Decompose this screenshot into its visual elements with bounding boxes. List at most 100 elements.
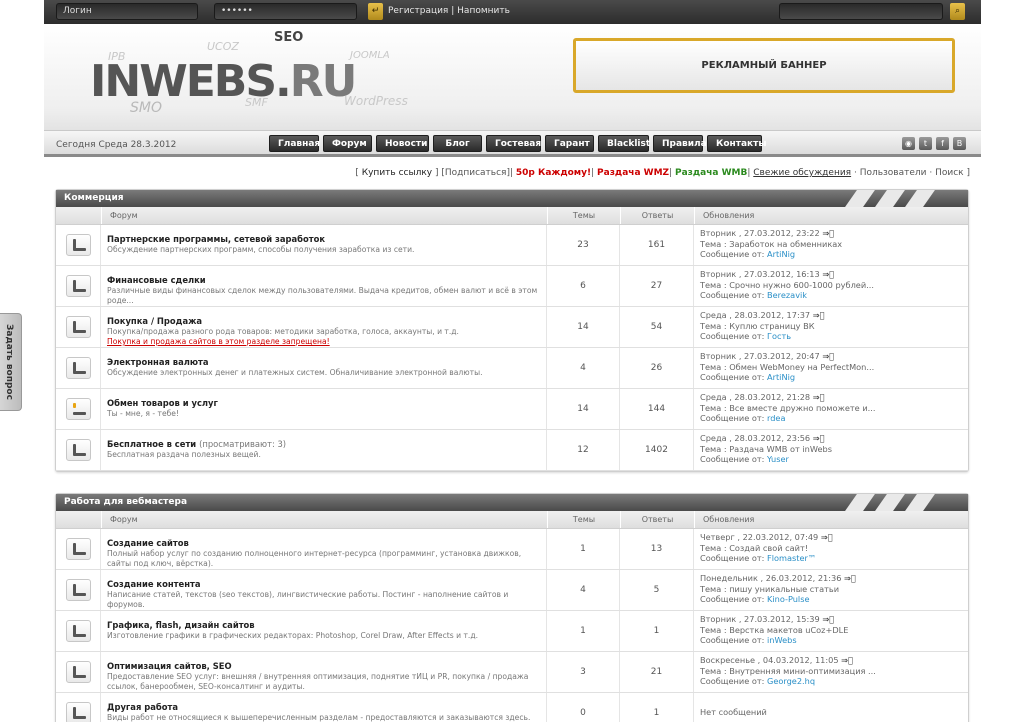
nav-guestbook[interactable]: Гостевая	[486, 135, 541, 152]
forum-warning[interactable]: Покупка и продажа сайтов в этом разделе …	[107, 337, 540, 346]
author-link[interactable]: ArtiNig	[767, 249, 795, 259]
author-link[interactable]: George2.hq	[767, 676, 815, 686]
nav-home[interactable]: Главная	[269, 135, 320, 152]
twitter-icon[interactable]: t	[919, 137, 932, 150]
rss-icon[interactable]: ◉	[902, 137, 915, 150]
title-stripe	[875, 190, 905, 207]
last-post-topic[interactable]: Тема : пишу уникальные статьи	[700, 584, 962, 595]
forum-status-cell	[56, 529, 101, 569]
go-to-post-icon[interactable]: ⇒⃞	[822, 614, 834, 624]
go-to-post-icon[interactable]: ⇒⃞	[813, 433, 825, 443]
forum-info-cell: Партнерские программы, сетевой заработок…	[101, 225, 547, 265]
forum-title[interactable]: Оптимизация сайтов, SEO	[107, 661, 540, 671]
vk-icon[interactable]: B	[953, 137, 966, 150]
nav-blog[interactable]: Блог	[433, 135, 482, 152]
topics-count: 4	[547, 348, 620, 388]
forum-status-cell	[56, 266, 101, 306]
last-post-topic[interactable]: Тема : Внутренняя мини-оптимизация ...	[700, 666, 962, 677]
author-link[interactable]: Kino-Pulse	[767, 594, 810, 604]
nav-forum[interactable]: Форум	[323, 135, 372, 152]
fresh-discussions-link[interactable]: Свежие обсуждения	[753, 168, 851, 178]
forum-title[interactable]: Финансовые сделки	[107, 275, 540, 285]
ask-question-tab[interactable]: Задать вопрос	[0, 313, 22, 411]
nav-contacts[interactable]: Контакты	[707, 135, 767, 152]
search-input[interactable]	[779, 3, 943, 20]
login-input[interactable]: Логин	[56, 3, 198, 20]
last-post-topic[interactable]: Тема : Обмен WebMoney на PerfectMon...	[700, 362, 962, 373]
forum-title[interactable]: Создание сайтов	[107, 538, 540, 548]
go-to-post-icon[interactable]: ⇒⃞	[822, 228, 834, 238]
remind-link[interactable]: Напомнить	[457, 6, 510, 16]
forum-info-cell: Создание контента Написание статей, текст…	[101, 570, 547, 610]
forum-status-cell	[56, 570, 101, 610]
forum-title[interactable]: Покупка / Продажа	[107, 316, 540, 326]
forum-description: Ты - мне, я - тебе!	[107, 409, 180, 418]
col-updates: Обновления	[694, 511, 968, 528]
forum-title[interactable]: Бесплатное в сети (просматривают: 3)	[107, 439, 540, 449]
search-icon[interactable]: ⌕	[950, 3, 965, 20]
forum-title[interactable]: Электронная валюта	[107, 357, 540, 367]
author-link[interactable]: Berezavik	[767, 290, 807, 300]
forum-title[interactable]: Обмен товаров и услуг	[107, 398, 540, 408]
author-prefix: Сообщение от:	[700, 331, 767, 341]
ask-question-label: Задать вопрос	[4, 324, 14, 400]
logo-tag: UCOZ	[207, 40, 239, 53]
forum-info-cell: Обмен товаров и услуг Ты - мне, я - тебе!	[101, 389, 547, 429]
go-to-post-icon[interactable]: ⇒⃞	[813, 310, 825, 320]
author-link[interactable]: rdea	[767, 413, 785, 423]
last-post-topic[interactable]: Тема : Создай свой сайт!	[700, 543, 962, 554]
go-to-post-icon[interactable]: ⇒⃞	[822, 269, 834, 279]
ad-banner[interactable]: РЕКЛАМНЫЙ БАННЕР	[573, 38, 955, 93]
author-link[interactable]: Yuser	[767, 454, 789, 464]
users-link[interactable]: Пользователи	[860, 168, 927, 178]
author-link[interactable]: Flomaster™	[767, 553, 816, 563]
promo-50-link[interactable]: 50р Каждому!	[516, 168, 591, 178]
register-link[interactable]: Регистрация	[388, 6, 448, 16]
forum-title[interactable]: Другая работа	[107, 702, 540, 712]
go-to-post-icon[interactable]: ⇒⃞	[844, 573, 856, 583]
wmz-link[interactable]: Раздача WMZ	[597, 168, 669, 178]
last-post-topic[interactable]: Тема : Раздача WMB от inWebs	[700, 444, 962, 455]
nav-rules[interactable]: Правила	[653, 135, 707, 152]
forum-status-cell	[56, 652, 101, 692]
last-post-topic[interactable]: Тема : Срочно нужно 600-1000 рублей...	[700, 280, 962, 291]
forum-title[interactable]: Партнерские программы, сетевой заработок	[107, 234, 540, 244]
go-to-post-icon[interactable]: ⇒⃞	[822, 351, 834, 361]
forum-title[interactable]: Графика, flash, дизайн сайтов	[107, 620, 540, 630]
last-update-cell: Понедельник , 26.03.2012, 21:36 ⇒⃞ Тема :…	[694, 570, 968, 610]
last-post-author-line: Сообщение от: inWebs	[700, 635, 962, 646]
last-post-date: Понедельник , 26.03.2012, 21:36 ⇒⃞	[700, 573, 856, 583]
forum-status-icon	[65, 579, 91, 601]
go-to-post-icon[interactable]: ⇒⃞	[813, 392, 825, 402]
password-input[interactable]: ••••••	[214, 3, 357, 20]
forum-title[interactable]: Создание контента	[107, 579, 540, 589]
last-post-topic[interactable]: Тема : Заработок на обменниках	[700, 239, 962, 250]
category-title-text: Работа для вебмастера	[64, 497, 188, 507]
auth-links: Регистрация | Напомнить	[388, 6, 510, 16]
go-to-post-icon[interactable]: ⇒⃞	[821, 532, 833, 542]
category-title[interactable]: Работа для вебмастера	[56, 494, 968, 511]
last-post-date: Воскресенье , 04.03.2012, 11:05 ⇒⃞	[700, 655, 853, 665]
last-post-topic[interactable]: Тема : Все вместе дружно поможете и...	[700, 403, 962, 414]
wmb-link[interactable]: Раздача WMB	[675, 168, 747, 178]
search-link[interactable]: Поиск	[935, 168, 964, 178]
category-title[interactable]: Коммерция	[56, 190, 968, 207]
author-link[interactable]: inWebs	[767, 635, 797, 645]
nav-guarantor[interactable]: Гарант	[545, 135, 594, 152]
enter-icon[interactable]: ↵	[368, 3, 383, 20]
author-link[interactable]: ArtiNig	[767, 372, 795, 382]
last-post-author-line: Сообщение от: Flomaster™	[700, 553, 962, 564]
col-answers: Ответы	[620, 511, 694, 528]
author-prefix: Сообщение от:	[700, 290, 767, 300]
nav-blacklist[interactable]: Blacklist	[598, 135, 650, 152]
subscribe-link[interactable]: [Подписаться]	[441, 168, 510, 178]
nav-news[interactable]: Новости	[376, 135, 429, 152]
author-link[interactable]: Гость	[767, 331, 791, 341]
go-to-post-icon[interactable]: ⇒⃞	[841, 655, 853, 665]
viewing-count: (просматривают: 3)	[199, 439, 287, 449]
forum-rows: Создание сайтов Полный набор услуг по соз…	[56, 529, 968, 722]
last-post-topic[interactable]: Тема : Куплю страницу ВК	[700, 321, 962, 332]
facebook-icon[interactable]: f	[936, 137, 949, 150]
buy-link[interactable]: Купить ссылку	[362, 168, 432, 178]
last-post-topic[interactable]: Тема : Верстка макетов uCoz+DLE	[700, 625, 962, 636]
